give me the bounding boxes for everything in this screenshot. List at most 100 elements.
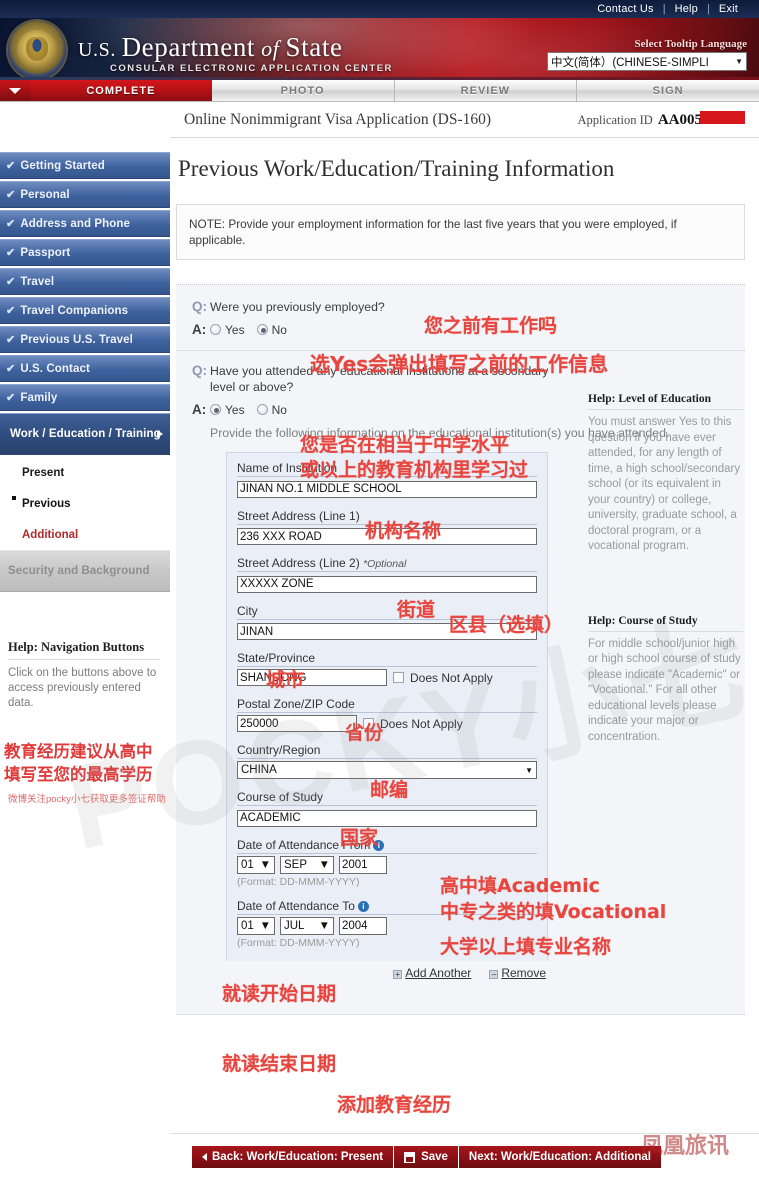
postal-code-input[interactable] — [237, 715, 357, 732]
annotation-text: 添加教育经历 — [337, 1094, 452, 1116]
to-month-select[interactable]: JUL ▼ — [280, 916, 334, 935]
to-day-value: 01 — [241, 919, 254, 932]
title-of: of — [255, 36, 286, 61]
main-content: Previous Work/Education/Training Informa… — [170, 138, 759, 1015]
sidebar-item-passport[interactable]: ✔ Passport — [0, 239, 170, 266]
field-street-address-2: Street Address (Line 2) *Optional — [237, 556, 537, 593]
from-month-select[interactable]: SEP ▼ — [280, 855, 334, 874]
info-icon[interactable]: i — [357, 900, 369, 912]
question-marker: Q: — [192, 299, 207, 314]
check-icon: ✔ — [6, 305, 16, 317]
radio-previously-employed-no[interactable]: No — [256, 323, 287, 337]
sidebar-item-label: U.S. Contact — [20, 362, 90, 375]
field-label-text: Date of Attendance From — [237, 837, 371, 852]
steps-expand-button[interactable] — [0, 80, 30, 101]
help-course-of-study-body: For middle school/junior high or high sc… — [588, 637, 741, 743]
sidebar-subitem-previous[interactable]: Previous — [0, 488, 170, 519]
check-icon: ✔ — [6, 334, 16, 346]
sidebar-help-title: Help: Navigation Buttons — [8, 640, 160, 660]
state-does-not-apply-label: Does Not Apply — [410, 670, 493, 685]
sidebar-subitem-additional[interactable]: Additional — [0, 519, 170, 550]
country-region-select[interactable]: CHINA ▼ — [237, 761, 537, 779]
chevron-down-icon — [9, 87, 21, 94]
tooltip-language-select[interactable]: 中文(简体）(CHINESE-SIMPLI ▼ — [547, 52, 747, 71]
help-column: Help: Level of Education You must answer… — [588, 393, 743, 745]
plus-icon: + — [393, 969, 403, 979]
sidebar-item-label: Travel Companions — [20, 304, 129, 317]
to-month-value: JUL — [284, 919, 305, 932]
sidebar-annotation-line1: 教育经历建议从高中 — [4, 743, 153, 761]
save-button[interactable]: Save — [394, 1146, 459, 1168]
tab-review[interactable]: REVIEW — [395, 80, 578, 101]
sidebar-item-travel[interactable]: ✔ Travel — [0, 268, 170, 295]
chevron-down-icon: ▼ — [318, 919, 330, 932]
help-level-of-education-body: You must answer Yes to this question if … — [588, 416, 741, 552]
to-day-select[interactable]: 01 ▼ — [237, 916, 275, 935]
street-address-1-input[interactable] — [237, 528, 537, 545]
radio-dot-icon — [210, 404, 221, 415]
add-another-label[interactable]: Add Another — [405, 966, 471, 980]
sidebar-item-label: Address and Phone — [20, 217, 131, 230]
from-day-select[interactable]: 01 ▼ — [237, 855, 275, 874]
info-icon[interactable]: i — [373, 839, 385, 851]
sidebar-item-work-education-training[interactable]: Work / Education / Training — [0, 413, 170, 455]
street-address-2-input[interactable] — [237, 575, 537, 593]
from-day-value: 01 — [241, 858, 254, 871]
exit-link[interactable]: Exit — [710, 0, 747, 18]
field-date-attendance-from: Date of Attendance Fromi 01 ▼ SEP ▼ (Forma… — [237, 838, 537, 888]
from-year-input[interactable] — [339, 855, 387, 874]
entry-actions: + Add Another – Remove — [226, 966, 548, 980]
radio-dot-icon — [256, 404, 268, 415]
next-button[interactable]: Next: Work/Education: Additional — [458, 1146, 662, 1168]
sidebar-item-address-and-phone[interactable]: ✔ Address and Phone — [0, 210, 170, 237]
to-year-input[interactable] — [339, 916, 387, 935]
course-of-study-input[interactable] — [237, 809, 537, 827]
sidebar-item-personal[interactable]: ✔ Personal — [0, 181, 170, 208]
department-of-state-seal-icon — [8, 21, 66, 79]
add-another-button[interactable]: + Add Another — [393, 966, 471, 980]
name-of-institution-input[interactable] — [237, 480, 537, 498]
postal-row: Does Not Apply — [237, 715, 537, 732]
date-to-row: 01 ▼ JUL ▼ — [237, 916, 537, 935]
sidebar-item-family[interactable]: ✔ Family — [0, 384, 170, 411]
field-city: City — [237, 604, 537, 640]
field-street-address-1: Street Address (Line 1) — [237, 509, 537, 545]
tab-photo[interactable]: PHOTO — [212, 80, 395, 101]
postal-does-not-apply-checkbox[interactable] — [363, 718, 374, 729]
state-province-input[interactable] — [237, 669, 387, 686]
sidebar-help-body: Click on the buttons above to access pre… — [8, 667, 157, 709]
chevron-down-icon: ▼ — [259, 919, 271, 932]
city-input[interactable] — [237, 623, 537, 640]
application-id-group: Application ID AA005 — [577, 110, 745, 129]
contact-us-link[interactable]: Contact Us — [588, 0, 662, 18]
sidebar-subitem-present[interactable]: Present — [0, 457, 170, 488]
sidebar-item-travel-companions[interactable]: ✔ Travel Companions — [0, 297, 170, 324]
help-link[interactable]: Help — [666, 0, 707, 18]
sidebar-item-us-contact[interactable]: ✔ U.S. Contact — [0, 355, 170, 382]
sidebar-item-label: Passport — [20, 246, 71, 259]
field-state-province: State/Province Does Not Apply — [237, 651, 537, 686]
sidebar-item-security-and-background: Security and Background — [0, 550, 170, 592]
date-from-row: 01 ▼ SEP ▼ — [237, 855, 537, 874]
radio-previously-employed-yes[interactable]: Yes — [210, 323, 245, 337]
radio-attended-education-yes[interactable]: Yes — [210, 403, 245, 417]
site-banner: U.S. Department of State CONSULAR ELECTR… — [0, 18, 759, 80]
tab-sign[interactable]: SIGN — [577, 80, 759, 101]
help-course-of-study-title: Help: Course of Study — [588, 615, 743, 632]
sidebar-item-label: Personal — [20, 188, 70, 201]
back-button[interactable]: Back: Work/Education: Present — [192, 1146, 395, 1168]
remove-button[interactable]: – Remove — [489, 966, 546, 980]
question-previously-employed: Q: Were you previously employed? — [176, 299, 745, 315]
radio-attended-education-no[interactable]: No — [256, 403, 287, 417]
sidebar-subitem-label: Additional — [22, 528, 79, 541]
radio-label: Yes — [225, 402, 245, 417]
redaction-bar — [700, 110, 745, 124]
radio-dot-icon — [210, 324, 221, 335]
sidebar-item-getting-started[interactable]: ✔ Getting Started — [0, 152, 170, 179]
remove-label[interactable]: Remove — [501, 966, 546, 980]
field-label: Street Address (Line 2) *Optional — [237, 556, 537, 572]
state-does-not-apply-checkbox[interactable] — [393, 672, 404, 683]
sidebar-item-previous-us-travel[interactable]: ✔ Previous U.S. Travel — [0, 326, 170, 353]
sidebar-help-panel: Help: Navigation Buttons Click on the bu… — [0, 640, 170, 711]
tab-complete[interactable]: COMPLETE — [30, 80, 212, 101]
